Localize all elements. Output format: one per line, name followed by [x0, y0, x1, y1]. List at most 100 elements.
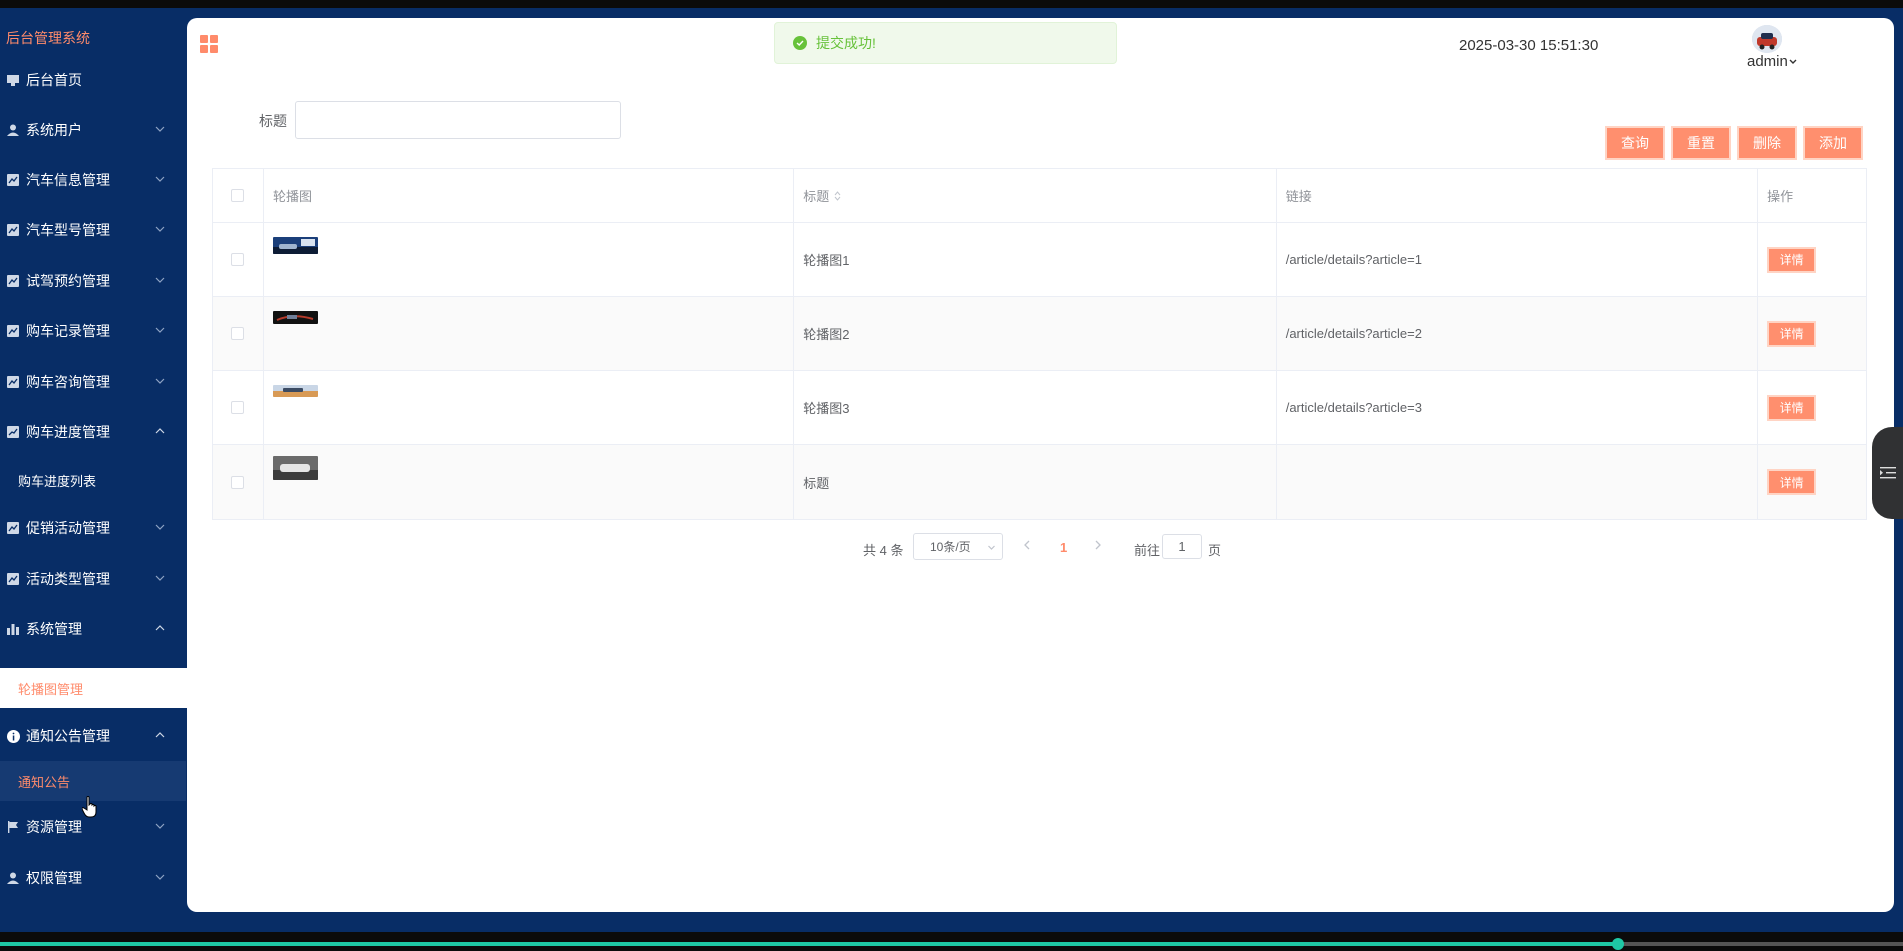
sidebar-item-activity-types[interactable]: 活动类型管理	[0, 561, 186, 597]
carousel-thumbnail[interactable]	[272, 456, 318, 480]
sidebar-item-car-model[interactable]: 汽车型号管理	[0, 212, 186, 248]
chevron-down-icon	[155, 874, 165, 880]
sidebar-item-permissions[interactable]: 权限管理	[0, 860, 186, 896]
datetime: 2025-03-30 15:51:30	[1459, 37, 1599, 54]
user-icon	[6, 871, 20, 885]
page-number[interactable]: 1	[1060, 540, 1067, 555]
title-cell: 轮播图2	[794, 297, 1277, 370]
chart-check-icon	[6, 521, 20, 535]
row-checkbox[interactable]	[231, 253, 245, 266]
sidebar-subitem-notice[interactable]: 通知公告	[0, 761, 186, 801]
chart-check-icon	[6, 572, 20, 586]
table-row: 轮播图1 /article/details?article=1 详情	[213, 223, 1866, 297]
sidebar-subitem-label: 轮播图管理	[18, 681, 84, 697]
link-cell	[1277, 445, 1759, 519]
image-cell	[264, 297, 795, 370]
actions-cell: 详情	[1758, 297, 1866, 370]
details-button[interactable]: 详情	[1767, 246, 1817, 273]
toast-message: 提交成功!	[816, 35, 876, 51]
search-title-input[interactable]	[295, 101, 621, 139]
select-cell	[213, 223, 264, 296]
select-cell	[213, 371, 264, 444]
sidebar-item-label: 促销活动管理	[26, 520, 110, 536]
select-all-checkbox[interactable]	[231, 189, 245, 202]
sidebar-item-system-users[interactable]: 系统用户	[0, 112, 186, 148]
sidebar-subitem-label: 通知公告	[18, 774, 71, 790]
chevron-down-icon	[155, 575, 165, 581]
actions-cell: 详情	[1758, 223, 1866, 296]
sidebar-item-notice-management[interactable]: 通知公告管理	[0, 718, 186, 754]
column-header-link: 链接	[1277, 169, 1759, 222]
carousel-thumbnail[interactable]	[272, 385, 318, 397]
carousel-thumbnail[interactable]	[272, 237, 318, 254]
select-cell	[213, 445, 264, 519]
details-button[interactable]: 详情	[1767, 320, 1817, 347]
sidebar-subitem-progress-list[interactable]: 购车进度列表	[0, 460, 186, 500]
side-drawer-handle[interactable]	[1872, 427, 1903, 519]
chevron-down-icon	[155, 327, 165, 333]
row-checkbox[interactable]	[231, 475, 245, 489]
monitor-icon	[6, 73, 20, 87]
chevron-right-icon	[1095, 540, 1101, 550]
sidebar-item-purchase-progress[interactable]: 购车进度管理	[0, 414, 186, 450]
sidebar-item-label: 系统用户	[26, 122, 82, 138]
add-button[interactable]: 添加	[1803, 126, 1863, 160]
details-button[interactable]: 详情	[1767, 469, 1817, 495]
details-button[interactable]: 详情	[1767, 394, 1817, 421]
chevron-down-icon	[988, 545, 995, 550]
row-checkbox[interactable]	[231, 327, 245, 340]
column-header-title[interactable]: 标题	[794, 169, 1277, 222]
link-cell: /article/details?article=1	[1277, 223, 1759, 296]
title-cell: 标题	[794, 445, 1277, 519]
prev-page-button[interactable]	[1023, 538, 1031, 554]
sidebar-item-home[interactable]: 后台首页	[0, 62, 186, 98]
sidebar-item-label: 活动类型管理	[26, 571, 110, 587]
sidebar-item-system-management[interactable]: 系统管理	[0, 611, 186, 647]
goto-page-input[interactable]	[1162, 534, 1202, 559]
info-icon	[6, 729, 20, 743]
sidebar-item-car-info[interactable]: 汽车信息管理	[0, 162, 186, 198]
sidebar-item-label: 权限管理	[26, 870, 82, 886]
chevron-left-icon	[1024, 540, 1030, 550]
page-suffix-label: 页	[1208, 543, 1222, 558]
reset-button[interactable]: 重置	[1671, 126, 1731, 160]
sidebar-subitem-carousel[interactable]: 轮播图管理	[0, 668, 200, 708]
sidebar-item-purchase-consult[interactable]: 购车咨询管理	[0, 364, 186, 400]
chevron-down-icon	[155, 226, 165, 232]
list-indent-icon	[1880, 467, 1896, 479]
sidebar-item-promotions[interactable]: 促销活动管理	[0, 510, 186, 546]
sort-icon[interactable]	[834, 190, 841, 201]
chevron-down-icon	[155, 823, 165, 829]
row-checkbox[interactable]	[231, 401, 245, 414]
sidebar-item-purchase-records[interactable]: 购车记录管理	[0, 313, 186, 349]
goto-label: 前往	[1134, 543, 1161, 558]
carousel-thumbnail[interactable]	[272, 311, 318, 324]
chart-check-icon	[6, 375, 20, 389]
chart-check-icon	[6, 274, 20, 288]
user-menu[interactable]: admin	[1747, 53, 1798, 70]
sidebar-item-label: 购车咨询管理	[26, 374, 110, 390]
next-page-button[interactable]	[1094, 538, 1102, 554]
grid-menu-icon[interactable]	[200, 35, 218, 53]
page-size-select[interactable]: 10条/页	[913, 533, 1003, 560]
title-cell: 轮播图1	[794, 223, 1277, 296]
chevron-up-icon	[155, 732, 165, 738]
title-cell: 轮播图3	[794, 371, 1277, 444]
chevron-down-icon	[155, 277, 165, 283]
chevron-up-icon	[155, 625, 165, 631]
pagination: 共 4 条 10条/页 1 前往 页	[187, 533, 1894, 561]
chevron-up-icon	[155, 428, 165, 434]
progress-fill	[0, 942, 1618, 946]
query-button[interactable]: 查询	[1605, 126, 1665, 160]
sidebar-item-label: 汽车型号管理	[26, 222, 110, 238]
avatar[interactable]	[1752, 25, 1782, 53]
table-header: 轮播图 标题 链接 操作	[213, 169, 1866, 223]
sidebar-item-label: 系统管理	[26, 621, 82, 637]
link-cell: /article/details?article=3	[1277, 371, 1759, 444]
column-header-actions: 操作	[1767, 189, 1794, 204]
hand-cursor-icon	[82, 796, 97, 818]
progress-knob[interactable]	[1611, 938, 1624, 950]
delete-button[interactable]: 删除	[1737, 126, 1797, 160]
sidebar-item-test-drive[interactable]: 试驾预约管理	[0, 263, 186, 299]
username: admin	[1747, 53, 1788, 70]
